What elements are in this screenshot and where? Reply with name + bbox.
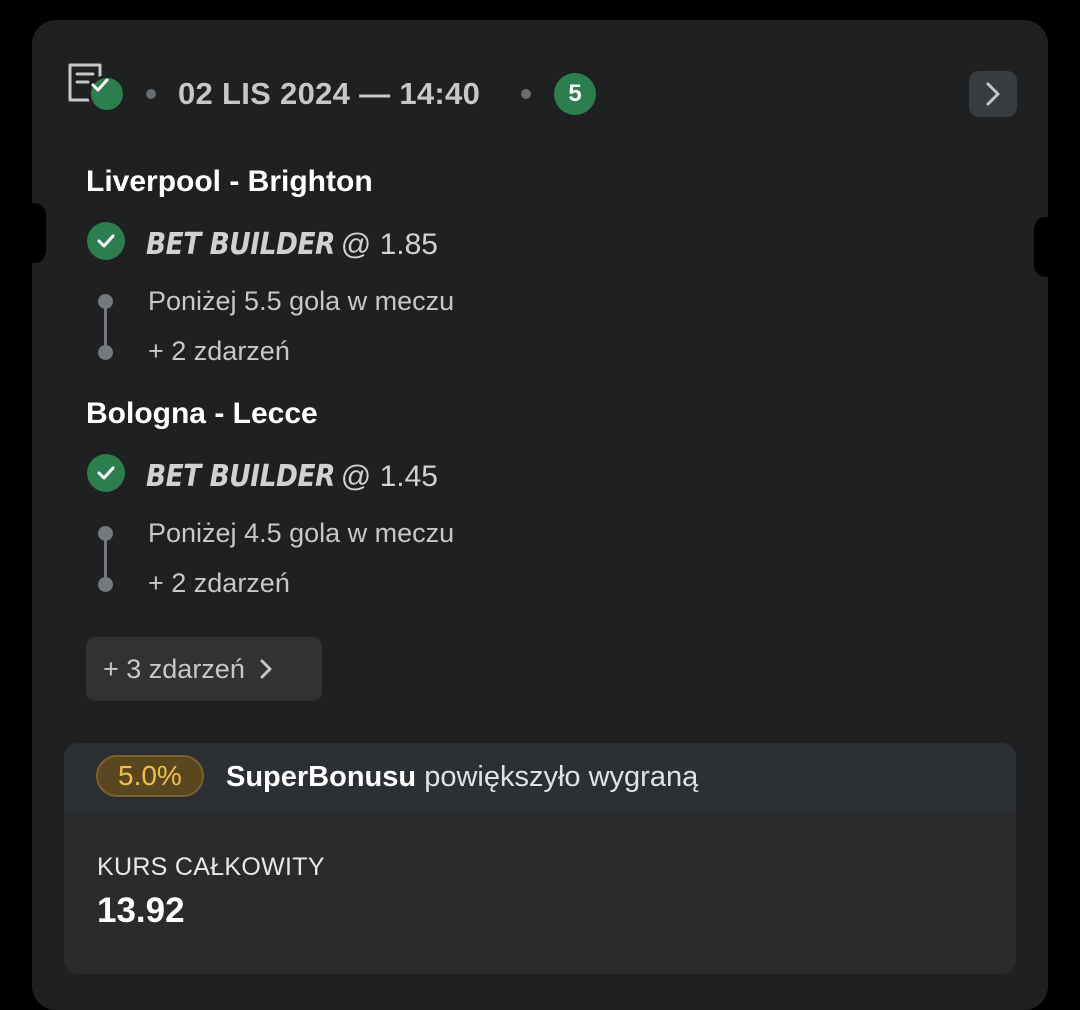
bet-type-label: BET BUILDER [146, 459, 336, 494]
event-title[interactable]: Liverpool - Brighton [86, 164, 373, 200]
event-title[interactable]: Bologna - Lecce [86, 396, 318, 432]
check-icon [87, 222, 125, 260]
timeline-dot [98, 577, 113, 592]
check-icon [87, 454, 125, 492]
more-selections-text: + 2 zdarzeń [148, 568, 290, 598]
bonus-description: powiększyło wygraną [424, 761, 699, 793]
ticket-details-button[interactable] [969, 71, 1017, 117]
selection-text: Poniżej 5.5 gola w meczu [148, 286, 455, 316]
more-events-button[interactable]: + 3 zdarzeń [86, 637, 322, 701]
ticket-won-icon [66, 62, 128, 114]
ticket-datetime: 02 LIS 2024 — 14:40 [178, 76, 481, 111]
separator-dot [521, 89, 531, 99]
bonus-text: SuperBonusu powiększyło wygraną [226, 759, 698, 795]
more-selections-text: + 2 zdarzeń [148, 336, 290, 366]
ticket-notch-left [32, 203, 46, 263]
total-odds-value: 13.92 [97, 891, 185, 930]
ticket-summary: 5.0% SuperBonusu powiększyło wygraną KUR… [64, 743, 1016, 974]
total-odds-label: KURS CAŁKOWITY [97, 853, 325, 881]
timeline-dot [98, 345, 113, 360]
bet-type-label: BET BUILDER [146, 227, 336, 262]
event-count-badge: 5 [554, 73, 596, 115]
selection-text: Poniżej 4.5 gola w meczu [148, 518, 455, 548]
separator-dot [146, 89, 156, 99]
bonus-percent-badge: 5.0% [96, 755, 204, 797]
bet-odds: @ 1.85 [340, 228, 438, 261]
chevron-right-icon [259, 658, 273, 680]
timeline-dot [98, 526, 113, 541]
bet-line: BET BUILDER @ 1.45 [146, 457, 438, 502]
check-icon [88, 75, 126, 113]
more-events-label: + 3 zdarzeń [103, 653, 245, 684]
superbonus-row: 5.0% SuperBonusu powiększyło wygraną [64, 743, 1016, 812]
bet-line: BET BUILDER @ 1.85 [146, 225, 438, 270]
timeline-dot [98, 294, 113, 309]
bonus-brand: SuperBonusu [226, 761, 417, 793]
bet-odds: @ 1.45 [340, 460, 438, 493]
ticket-notch-right [1034, 217, 1048, 277]
chevron-right-icon [986, 82, 1000, 106]
